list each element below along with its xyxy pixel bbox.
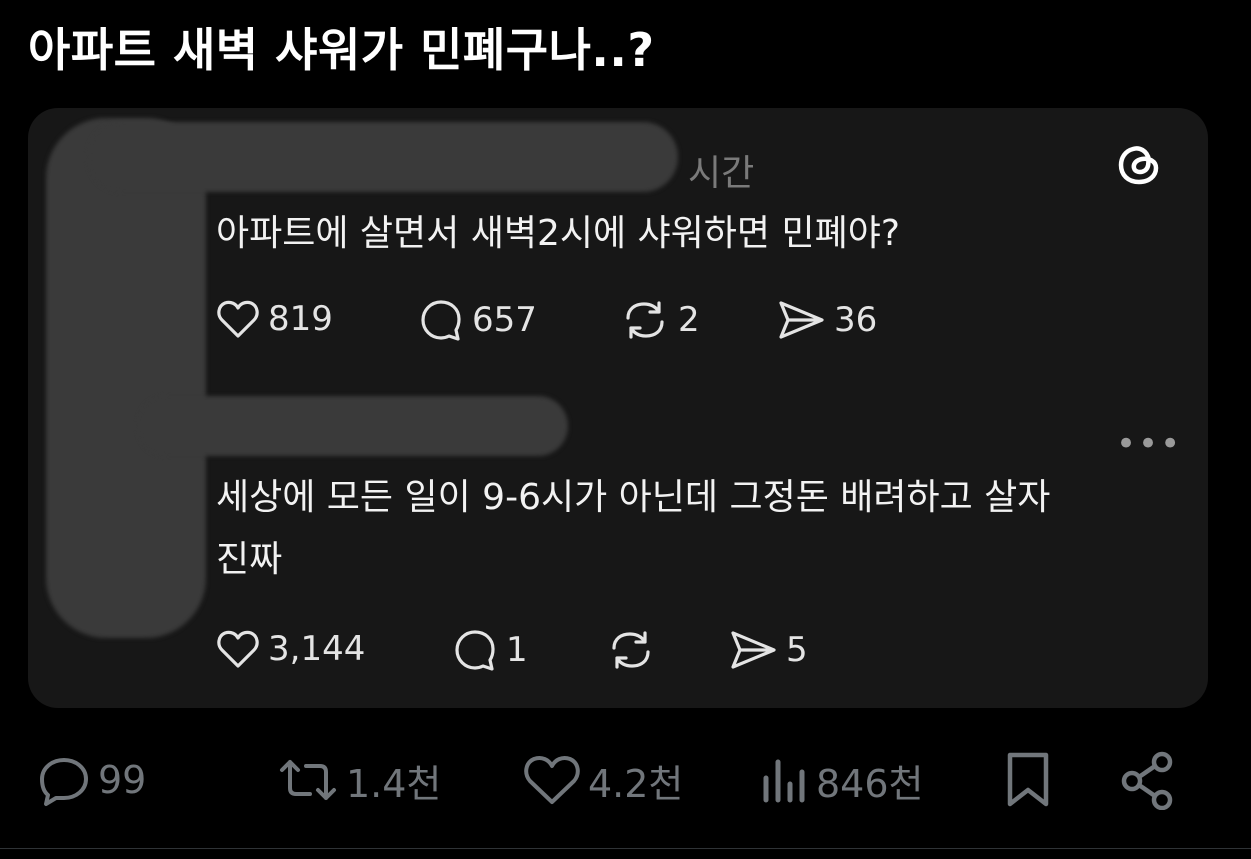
post2-repost-button[interactable] bbox=[606, 628, 664, 672]
tweet-text: 아파트 새벽 샤워가 민폐구나..? bbox=[28, 23, 655, 77]
post1-reply-button[interactable]: 657 bbox=[418, 298, 537, 342]
redaction-username-1 bbox=[88, 122, 678, 192]
post2-text-line2: 진짜 bbox=[216, 539, 283, 580]
post2-like-count: 3,144 bbox=[268, 629, 366, 669]
bookmark-button[interactable] bbox=[1002, 748, 1054, 812]
post2-reply-button[interactable]: 1 bbox=[452, 628, 528, 672]
more-options-icon[interactable]: ••• bbox=[1116, 424, 1182, 464]
repost-icon bbox=[626, 301, 664, 339]
divider bbox=[0, 848, 1251, 849]
share-icon bbox=[1121, 751, 1173, 810]
heart-icon bbox=[217, 630, 259, 668]
heart-icon bbox=[524, 755, 580, 804]
bookmark-icon bbox=[1007, 752, 1049, 807]
post1-repost-button[interactable]: 2 bbox=[620, 298, 700, 342]
post2-text-line1: 세상에 모든 일이 9-6시가 아닌데 그정돈 배려하고 살자 bbox=[216, 477, 1051, 518]
post1-repost-count: 2 bbox=[678, 300, 700, 340]
post-time: 시간 bbox=[688, 153, 755, 194]
heart-icon bbox=[217, 300, 259, 338]
post1-share-count: 36 bbox=[834, 300, 878, 340]
views-button[interactable]: 846천 bbox=[758, 748, 924, 812]
reply-count: 99 bbox=[98, 758, 147, 802]
post2-reply-count: 1 bbox=[506, 630, 528, 670]
post2-like-button[interactable]: 3,144 bbox=[216, 628, 365, 670]
views-chart-icon bbox=[763, 759, 805, 803]
retweet-icon bbox=[280, 760, 336, 800]
retweet-button[interactable]: 1.4천 bbox=[276, 748, 441, 812]
post2-stats: 3,144 1 5 bbox=[216, 628, 1016, 674]
comment-bubble-icon bbox=[455, 630, 495, 671]
reply-bubble-icon bbox=[40, 758, 88, 806]
post1-stats: 819 657 2 36 bbox=[216, 298, 1016, 344]
post1-reply-count: 657 bbox=[472, 300, 537, 340]
threads-logo-icon[interactable] bbox=[1113, 138, 1165, 190]
like-count: 4.2천 bbox=[588, 761, 684, 806]
reply-button[interactable]: 99 bbox=[36, 748, 146, 812]
post1-like-count: 819 bbox=[268, 299, 333, 339]
comment-bubble-icon bbox=[421, 300, 461, 341]
post2-share-count: 5 bbox=[786, 630, 808, 670]
threads-embed-card[interactable]: 시간 아파트에 살면서 새벽2시에 샤워하면 민폐야? 819 657 2 36… bbox=[28, 108, 1208, 708]
tweet-page: 아파트 새벽 샤워가 민폐구나..? 시간 아파트에 살면서 새벽2시에 샤워하… bbox=[0, 0, 1251, 859]
send-icon bbox=[731, 631, 776, 669]
redaction-avatar-column bbox=[46, 118, 206, 638]
tweet-action-bar: 99 1.4천 4.2천 846천 bbox=[0, 748, 1251, 818]
like-button[interactable]: 4.2천 bbox=[522, 748, 683, 812]
redaction-username-2 bbox=[138, 396, 568, 456]
retweet-count: 1.4천 bbox=[346, 761, 442, 806]
repost-icon bbox=[612, 631, 650, 669]
send-icon bbox=[779, 301, 824, 339]
share-button[interactable] bbox=[1118, 748, 1176, 812]
post1-like-button[interactable]: 819 bbox=[216, 298, 333, 340]
post1-text: 아파트에 살면서 새벽2시에 샤워하면 민폐야? bbox=[216, 213, 900, 254]
views-count: 846천 bbox=[816, 761, 924, 806]
post1-share-button[interactable]: 36 bbox=[776, 298, 877, 342]
post2-share-button[interactable]: 5 bbox=[728, 628, 808, 672]
